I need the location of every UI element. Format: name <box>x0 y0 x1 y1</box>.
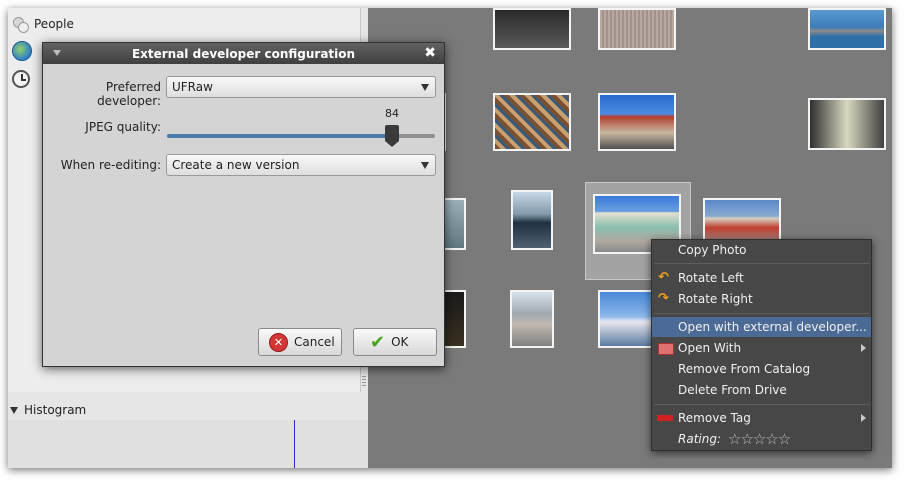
jpeg-quality-slider[interactable] <box>167 125 435 147</box>
sidebar-item-places[interactable] <box>12 40 32 62</box>
ok-button-label: OK <box>391 335 409 349</box>
ok-button[interactable]: ✔ OK <box>353 328 437 356</box>
dropdown-arrow-icon <box>421 84 429 91</box>
photo-thumbnail[interactable] <box>808 8 886 50</box>
histogram-bar <box>294 420 295 468</box>
preferred-developer-label: Preferred developer: <box>97 80 161 108</box>
photo-thumbnail[interactable] <box>511 190 553 250</box>
menu-separator <box>654 263 869 264</box>
people-icon <box>12 16 29 33</box>
rating-label: Rating: <box>678 432 721 446</box>
preferred-developer-value: UFRaw <box>172 80 213 94</box>
photo-thumbnail[interactable] <box>598 8 676 50</box>
dialog-title: External developer configuration <box>131 46 356 61</box>
dialog-titlebar[interactable]: External developer configuration ✖ <box>43 43 444 64</box>
sidebar-item-events[interactable] <box>12 68 30 90</box>
menu-item-label: Delete From Drive <box>678 383 787 397</box>
menu-item-label: Remove From Catalog <box>678 362 811 376</box>
pane-resize-handle[interactable] <box>362 376 366 386</box>
menu-item-label: Open with external developer... <box>678 320 867 334</box>
globe-icon <box>12 41 32 61</box>
menu-item-rotate-right[interactable]: ↷ Rotate Right <box>652 289 871 309</box>
external-developer-dialog: External developer configuration ✖ Prefe… <box>42 42 445 367</box>
menu-item-delete-from-drive[interactable]: Delete From Drive <box>652 380 871 400</box>
menu-item-open-with[interactable]: Open With <box>652 338 871 358</box>
photo-thumbnail[interactable] <box>493 8 571 50</box>
cancel-icon: ✕ <box>269 332 288 352</box>
cancel-button-label: Cancel <box>294 335 335 349</box>
reedit-value: Create a new version <box>172 158 300 172</box>
folder-icon <box>658 343 674 355</box>
rotate-right-icon: ↷ <box>658 291 669 306</box>
menu-separator <box>654 404 869 405</box>
submenu-arrow-icon <box>861 344 866 352</box>
histogram-title: Histogram <box>24 403 87 417</box>
expander-triangle-icon[interactable] <box>10 406 18 414</box>
photo-thumbnail[interactable] <box>493 93 571 151</box>
reedit-select[interactable]: Create a new version <box>166 154 436 176</box>
slider-fill <box>167 134 392 138</box>
submenu-arrow-icon <box>861 414 866 422</box>
close-icon[interactable]: ✖ <box>424 46 436 60</box>
menu-separator <box>654 313 869 314</box>
menu-item-label: Open With <box>678 341 742 355</box>
sidebar-item-label: People <box>34 17 74 31</box>
histogram-area <box>8 420 368 468</box>
tag-icon <box>657 415 673 421</box>
menu-item-rotate-left[interactable]: ↶ Rotate Left <box>652 268 871 288</box>
dropdown-arrow-icon <box>421 162 429 169</box>
menu-item-remove-from-catalog[interactable]: Remove From Catalog <box>652 359 871 379</box>
photo-thumbnail[interactable] <box>598 290 653 348</box>
menu-item-rating[interactable]: Rating: ☆☆☆☆☆ <box>652 429 871 449</box>
photo-thumbnail[interactable] <box>808 98 886 150</box>
window-menu-icon[interactable] <box>53 50 61 56</box>
reedit-label: When re-editing: <box>60 158 161 172</box>
histogram-header[interactable]: Histogram <box>8 400 368 420</box>
photo-context-menu: Copy Photo ↶ Rotate Left ↷ Rotate Right … <box>651 239 872 451</box>
app-window: People Histogram External developer conf… <box>8 8 892 468</box>
cancel-button[interactable]: ✕ Cancel <box>258 328 342 356</box>
checkmark-icon: ✔ <box>370 331 386 353</box>
menu-item-label: Copy Photo <box>678 243 747 257</box>
jpeg-quality-value: 84 <box>385 107 399 120</box>
photo-thumbnail[interactable] <box>510 290 554 348</box>
menu-item-label: Rotate Right <box>678 292 753 306</box>
menu-item-label: Rotate Left <box>678 271 744 285</box>
preferred-developer-select[interactable]: UFRaw <box>166 76 436 98</box>
rotate-left-icon: ↶ <box>658 270 669 285</box>
menu-item-open-external-developer[interactable]: Open with external developer... <box>652 317 871 337</box>
photo-thumbnail[interactable] <box>598 93 676 151</box>
menu-item-remove-tag[interactable]: Remove Tag <box>652 408 871 428</box>
rating-stars[interactable]: ☆☆☆☆☆ <box>728 430 791 448</box>
clock-icon <box>12 70 30 88</box>
menu-item-copy-photo[interactable]: Copy Photo <box>652 240 871 260</box>
sidebar-item-people[interactable]: People <box>12 13 74 35</box>
menu-item-label: Remove Tag <box>678 411 751 425</box>
jpeg-quality-label: JPEG quality: <box>85 120 161 134</box>
slider-handle[interactable] <box>385 125 399 147</box>
